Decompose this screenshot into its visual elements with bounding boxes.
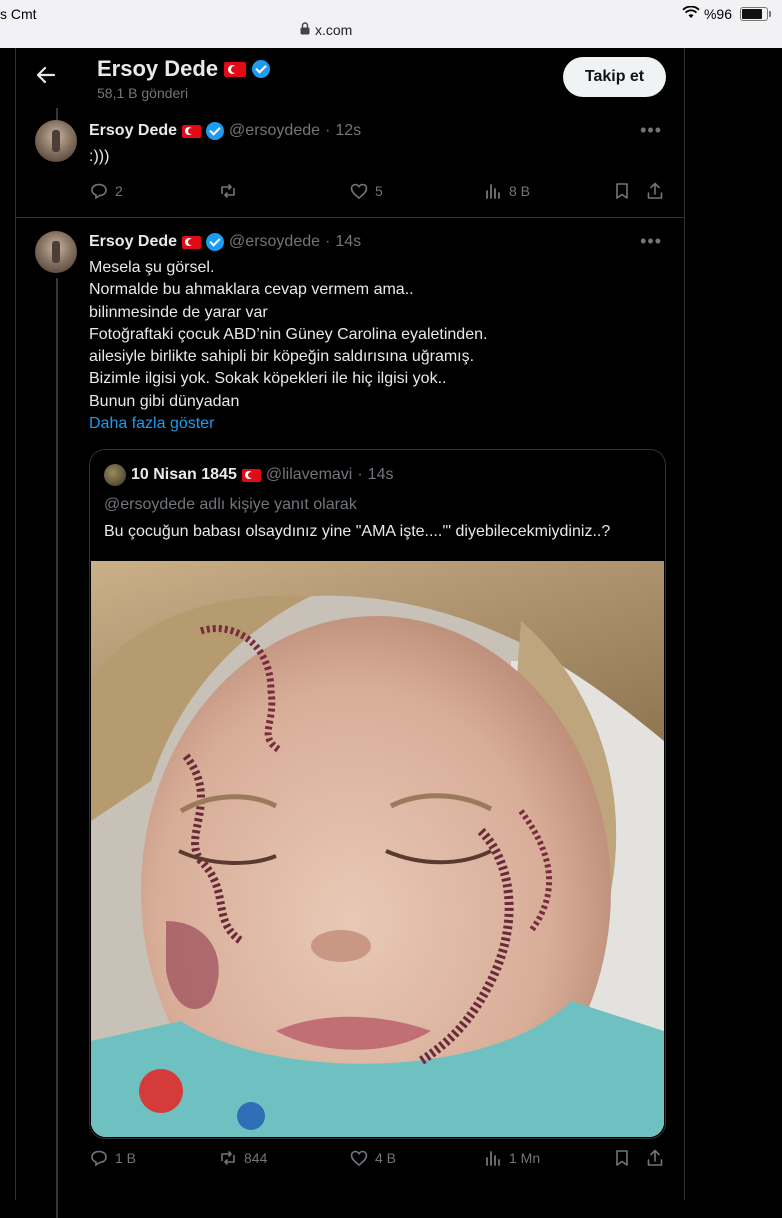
main-column: Ersoy Dede 58,1 B gönderi Takip et Ersoy… [15, 48, 685, 1218]
view-count: 1 Mn [509, 1150, 541, 1166]
reply-button[interactable]: 1 B [89, 1148, 136, 1168]
repost-icon [218, 181, 238, 201]
repost-button[interactable] [218, 181, 244, 201]
like-button[interactable]: 4 B [349, 1148, 396, 1168]
bookmark-icon [612, 181, 632, 201]
quote-text: Bu çocuğun babası olsaydınız yine "AMA i… [104, 523, 611, 540]
verified-icon [206, 122, 225, 140]
flag-icon [182, 124, 202, 138]
repost-button[interactable]: 844 [218, 1148, 267, 1168]
back-arrow-icon[interactable] [36, 64, 56, 92]
tweet-line: Fotoğraftaki çocuk ABD’nin Güney Carolin… [89, 325, 488, 343]
profile-header: Ersoy Dede 58,1 B gönderi Takip et [16, 48, 684, 108]
repost-icon [218, 1148, 238, 1168]
post-count: 58,1 B gönderi [97, 85, 189, 101]
tweet-line: Mesela şu görsel. [89, 259, 215, 276]
share-icon [645, 181, 665, 201]
reply-count: 1 B [115, 1150, 137, 1166]
avatar[interactable] [35, 120, 77, 162]
tweet-author: Ersoy Dede @ersoydede · 14s [89, 233, 361, 251]
url-text: x.com [315, 22, 353, 38]
divider [16, 217, 684, 218]
verified-icon [206, 233, 225, 251]
tweet-text: :))) [89, 146, 659, 168]
like-button[interactable]: 5 [349, 181, 383, 201]
tweet-time[interactable]: 14s [335, 233, 361, 251]
tweet-line: bilinmesinde de yarar var [89, 303, 268, 321]
avatar [104, 464, 126, 486]
flag-icon [224, 61, 247, 77]
tweet-actions: 1 B 844 4 B 1 Mn [89, 1148, 669, 1172]
like-icon [349, 1148, 369, 1168]
quoted-photo[interactable] [91, 561, 664, 1137]
like-count: 4 B [375, 1150, 397, 1166]
tweet-line: ailesiyle birlikte sahipli bir köpeğin s… [89, 348, 475, 366]
author-handle[interactable]: @ersoydede [229, 122, 320, 140]
verified-icon [252, 60, 271, 78]
bookmark-button[interactable] [612, 1148, 632, 1168]
tweet-line: Bunun gibi dünyadan [89, 392, 240, 410]
more-icon[interactable]: ••• [640, 231, 662, 252]
profile-name: Ersoy Dede [97, 56, 219, 81]
reply-icon [89, 181, 109, 201]
views-icon [483, 181, 503, 201]
share-icon [645, 1148, 665, 1168]
tweet-line: Bizimle ilgisi yok. Sokak köpekleri ile … [89, 370, 447, 388]
views-icon [483, 1148, 503, 1168]
quoted-tweet[interactable]: 10 Nisan 1845 @lilavemavi · 14s @ersoyde… [89, 449, 666, 1139]
share-button[interactable] [645, 1148, 665, 1168]
tweet-line: Normalde bu ahmaklara cevap vermem ama.. [89, 281, 414, 299]
page-title: Ersoy Dede [97, 56, 271, 82]
carrier-label: s Cmt [0, 6, 37, 22]
quote-author: 10 Nisan 1845 @lilavemavi · 14s [104, 464, 393, 486]
author-handle[interactable]: @ersoydede [229, 233, 320, 251]
like-count: 5 [375, 183, 383, 199]
tweet-actions: 2 5 8 B [89, 181, 669, 205]
follow-button[interactable]: Takip et [563, 57, 666, 97]
reply-icon [89, 1148, 109, 1168]
tweet-time[interactable]: 12s [335, 122, 361, 140]
browser-status-bar: s Cmt x.com %96 [0, 0, 782, 48]
status-icons: %96 [682, 5, 771, 22]
separator-dot: · [325, 233, 331, 250]
view-count: 8 B [509, 183, 531, 199]
bookmark-icon [612, 1148, 632, 1168]
tweet-author: Ersoy Dede @ersoydede · 12s [89, 122, 361, 140]
battery-percent: %96 [703, 6, 732, 22]
show-more-link[interactable]: Daha fazla göster [89, 413, 659, 435]
more-icon[interactable]: ••• [640, 120, 662, 141]
separator-dot: · [357, 466, 363, 483]
views-button[interactable]: 1 Mn [483, 1148, 540, 1168]
tweet-text: Mesela şu görsel. Normalde bu ahmaklara … [89, 257, 659, 435]
avatar[interactable] [35, 231, 77, 273]
author-name[interactable]: Ersoy Dede [89, 233, 177, 251]
quote-handle: @lilavemavi [265, 466, 353, 483]
share-button[interactable] [645, 181, 665, 201]
wifi-icon [682, 5, 700, 22]
quote-author-name: 10 Nisan 1845 [131, 466, 237, 483]
repost-count: 844 [244, 1150, 268, 1166]
url-bar[interactable]: x.com [300, 22, 352, 38]
lock-icon [300, 22, 310, 38]
like-icon [349, 181, 369, 201]
reply-context: @ersoydede adlı kişiye yanıt olarak [104, 496, 357, 513]
reply-button[interactable]: 2 [89, 181, 123, 201]
separator-dot: · [325, 122, 331, 139]
flag-icon [241, 468, 261, 482]
thread-connector [56, 278, 58, 1218]
author-name[interactable]: Ersoy Dede [89, 122, 177, 140]
reply-count: 2 [115, 183, 123, 199]
bookmark-button[interactable] [612, 181, 632, 201]
quote-time: 14s [367, 466, 394, 483]
tweet-line: :))) [89, 148, 110, 165]
battery-icon [740, 7, 771, 21]
views-button[interactable]: 8 B [483, 181, 530, 201]
flag-icon [182, 235, 202, 249]
